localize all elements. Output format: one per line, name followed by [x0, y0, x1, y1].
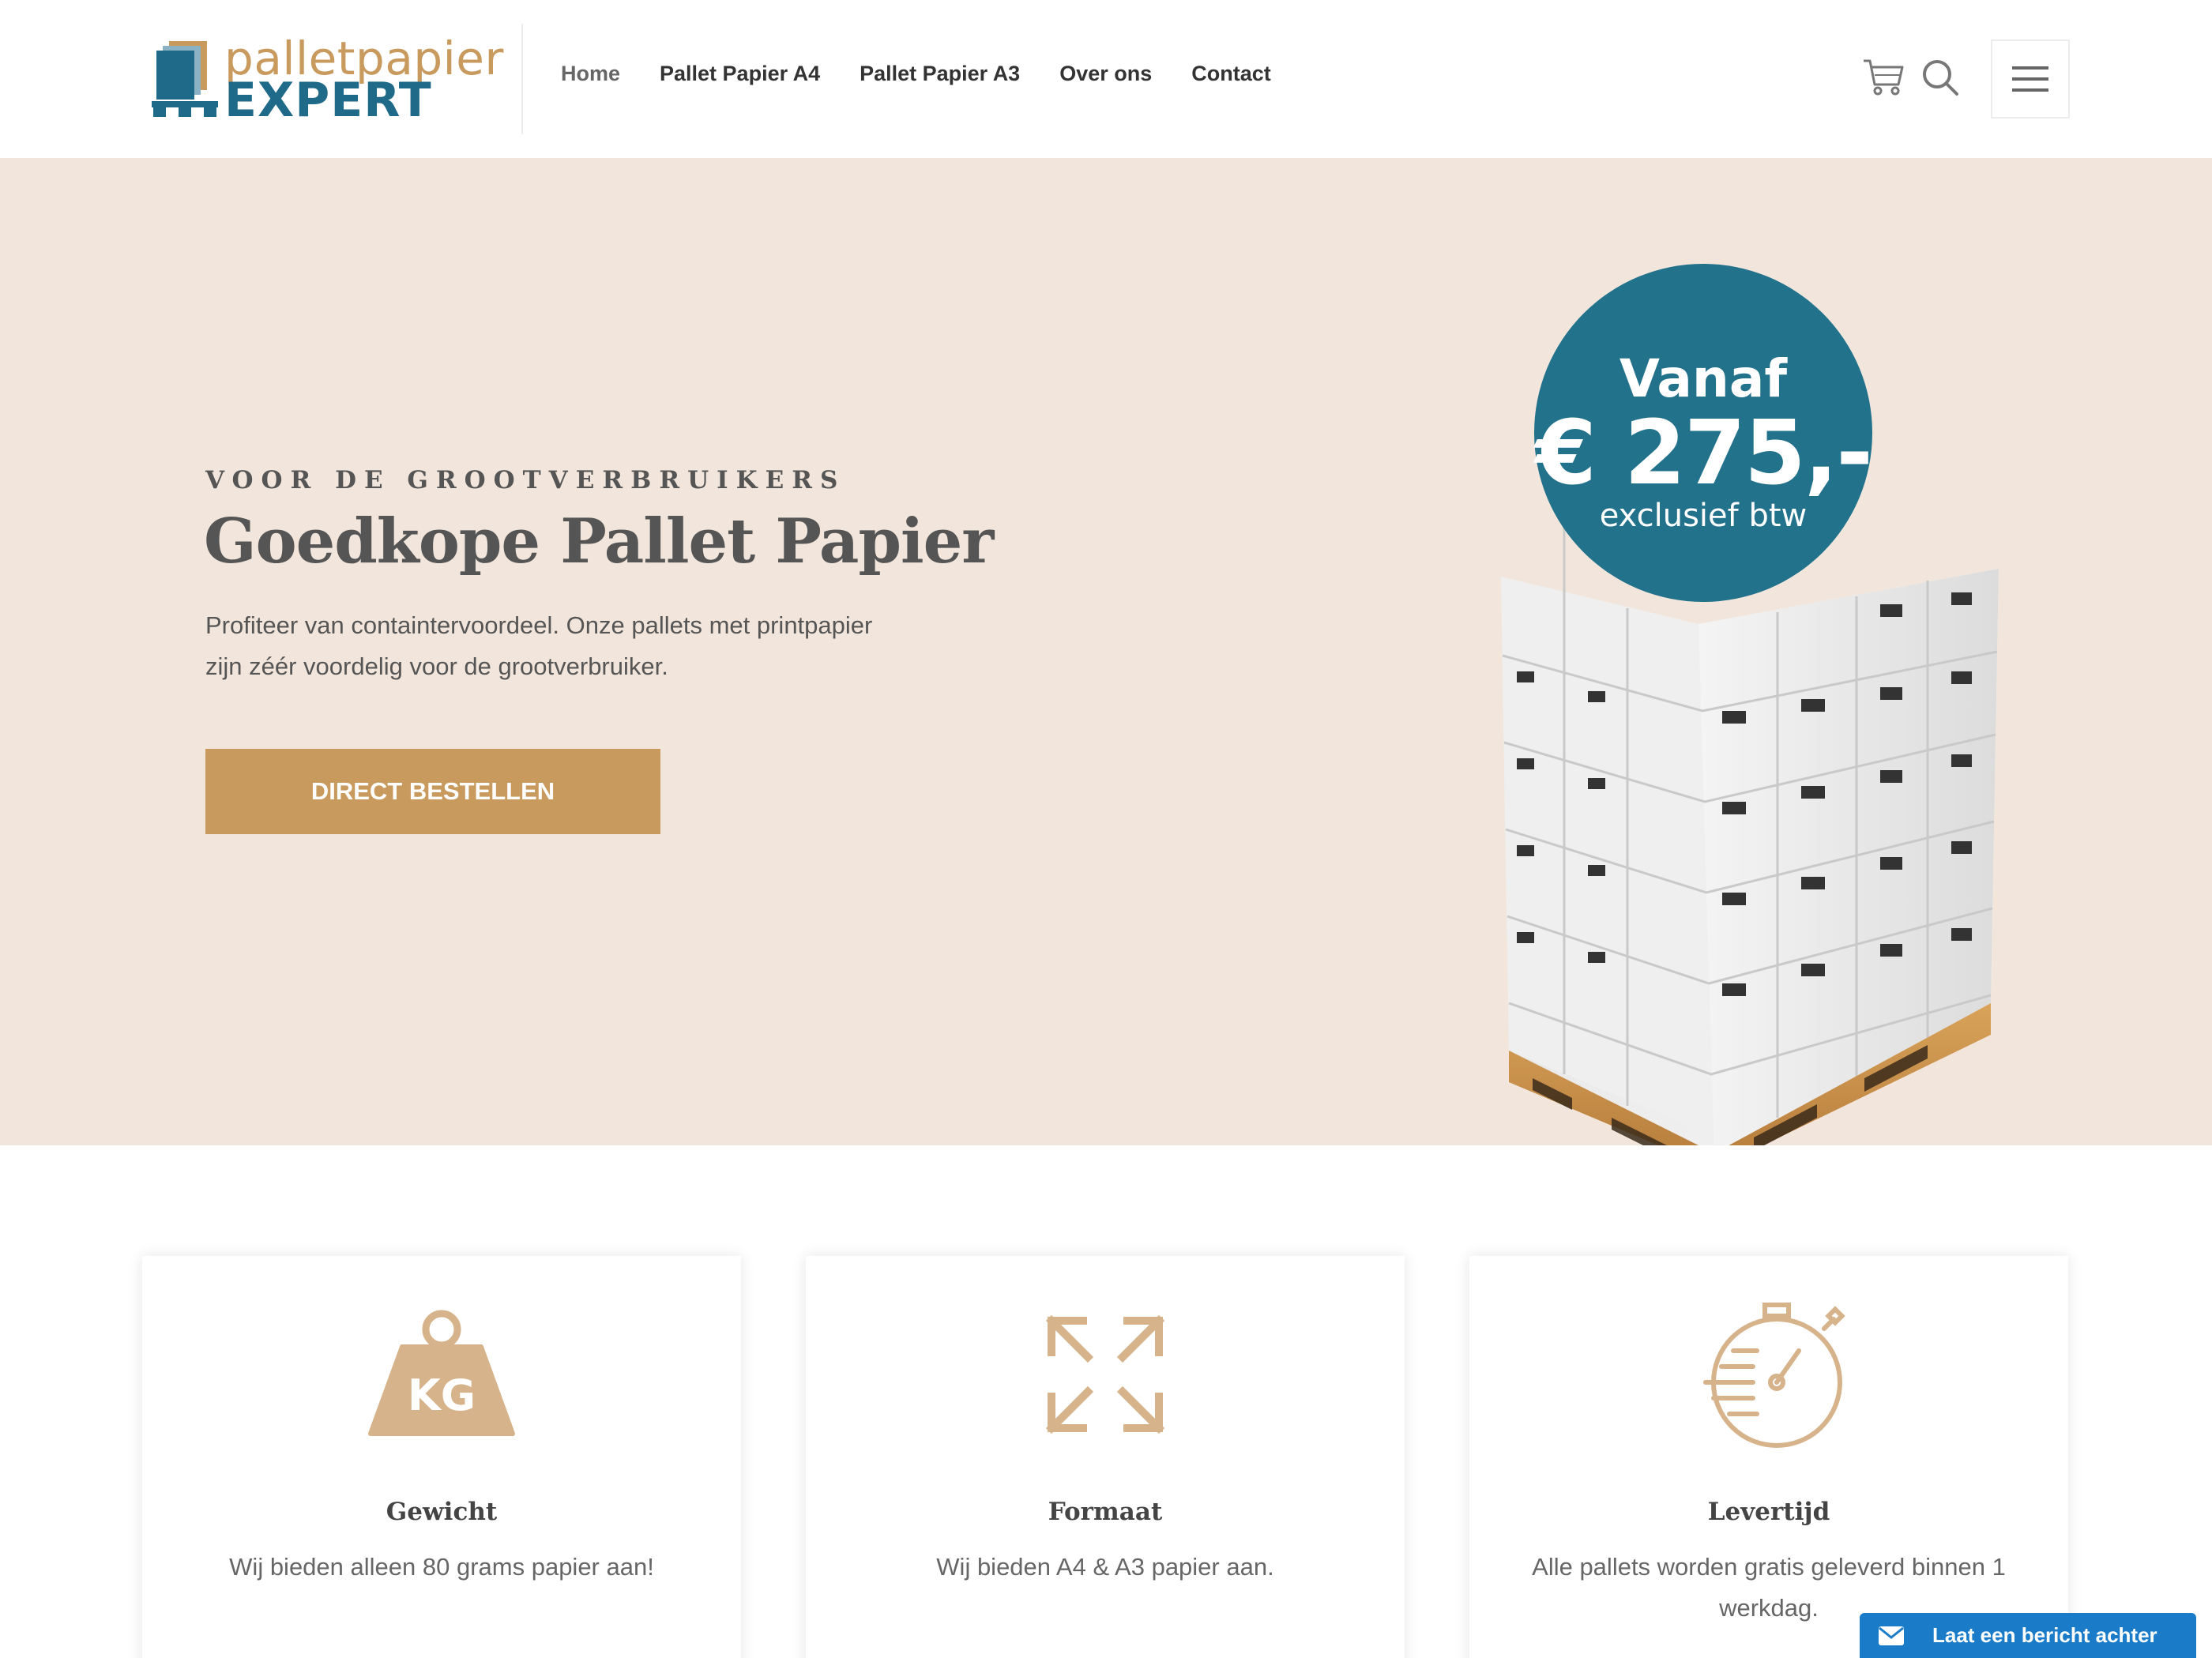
feature-text: Wij bieden A4 & A3 papier aan.: [936, 1553, 1274, 1581]
hero-section: VOOR DE GROOTVERBRUIKERS Goedkope Pallet…: [0, 158, 2212, 1169]
cart-icon[interactable]: [1861, 55, 1905, 100]
feature-text: Wij bieden alleen 80 grams papier aan!: [229, 1553, 654, 1581]
expand-arrows-icon: [806, 1295, 1405, 1453]
chat-label: Laat een bericht achter: [1932, 1623, 2157, 1647]
search-icon[interactable]: [1918, 55, 1962, 100]
header-actions: [1861, 55, 1975, 100]
mail-icon: [1875, 1620, 1907, 1652]
stopwatch-icon: [1469, 1295, 2068, 1453]
feature-title: Levertijd: [1707, 1498, 1830, 1526]
feature-card-gewicht: KG Gewicht Wij bieden alleen 80 grams pa…: [142, 1256, 741, 1658]
hero-title: Goedkope Pallet Papier: [204, 506, 994, 577]
hero-description: Profiteer van containtervoordeel. Onze p…: [205, 611, 873, 680]
weight-kg-icon: KG: [142, 1295, 741, 1453]
features-section: KG Gewicht Wij bieden alleen 80 grams pa…: [0, 1145, 2212, 1658]
nav-item-home[interactable]: Home: [561, 62, 620, 86]
header-divider: [521, 24, 523, 134]
main-nav: Home Pallet Papier A4 Pallet Papier A3 O…: [561, 62, 1311, 86]
hero-eyebrow: VOOR DE GROOTVERBRUIKERS: [205, 466, 846, 494]
feature-title: Gewicht: [386, 1498, 498, 1526]
feature-card-formaat: Formaat Wij bieden A4 & A3 papier aan.: [806, 1256, 1405, 1658]
hamburger-menu-icon: [2012, 66, 2048, 92]
hamburger-menu-button[interactable]: [1991, 39, 2070, 118]
badge-price: € 275,-: [1535, 401, 1873, 505]
badge-note: exclusief btw: [1599, 497, 1808, 534]
nav-item-pallet-papier-a4[interactable]: Pallet Papier A4: [660, 62, 820, 86]
chat-widget-button[interactable]: Laat een bericht achter: [1860, 1613, 2196, 1658]
kg-label: KG: [408, 1370, 476, 1420]
logo-text-bottom: EXPERT: [224, 73, 432, 128]
site-header: palletpapier EXPERT Home Pallet Papier A…: [0, 0, 2212, 158]
feature-title: Formaat: [1048, 1498, 1163, 1526]
price-badge: Vanaf € 275,- exclusief btw: [1534, 264, 1873, 602]
site-logo[interactable]: palletpapier EXPERT: [152, 32, 503, 128]
nav-item-contact[interactable]: Contact: [1191, 62, 1271, 86]
feature-card-levertijd: Levertijd Alle pallets worden gratis gel…: [1469, 1256, 2068, 1658]
nav-item-pallet-papier-a3[interactable]: Pallet Papier A3: [860, 62, 1020, 86]
nav-item-over-ons[interactable]: Over ons: [1059, 62, 1152, 86]
logo-stack-icon: [152, 41, 218, 117]
direct-bestellen-button[interactable]: DIRECT BESTELLEN: [205, 749, 660, 834]
badge-vanaf: Vanaf: [1619, 348, 1788, 409]
